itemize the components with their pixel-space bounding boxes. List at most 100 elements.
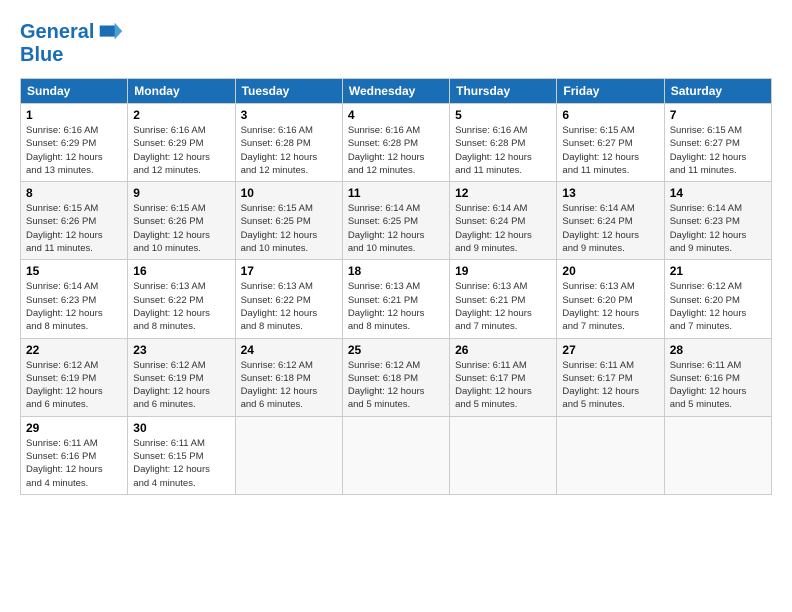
day-info: Sunrise: 6:13 AMSunset: 6:21 PMDaylight:… [455, 280, 551, 333]
day-number: 8 [26, 186, 122, 200]
day-info: Sunrise: 6:13 AMSunset: 6:21 PMDaylight:… [348, 280, 444, 333]
day-info: Sunrise: 6:13 AMSunset: 6:20 PMDaylight:… [562, 280, 658, 333]
calendar-cell: 18 Sunrise: 6:13 AMSunset: 6:21 PMDayligh… [342, 260, 449, 338]
logo: General Blue [20, 18, 124, 66]
calendar-header-row: SundayMondayTuesdayWednesdayThursdayFrid… [21, 79, 772, 104]
day-number: 30 [133, 421, 229, 435]
calendar-cell: 19 Sunrise: 6:13 AMSunset: 6:21 PMDayligh… [450, 260, 557, 338]
logo-text2: Blue [20, 44, 124, 66]
calendar-week-2: 8 Sunrise: 6:15 AMSunset: 6:26 PMDaylight… [21, 182, 772, 260]
day-info: Sunrise: 6:15 AMSunset: 6:26 PMDaylight:… [133, 202, 229, 255]
day-header-sunday: Sunday [21, 79, 128, 104]
calendar-cell: 22 Sunrise: 6:12 AMSunset: 6:19 PMDayligh… [21, 338, 128, 416]
calendar-week-3: 15Sunrise: 6:14 AMSunset: 6:23 PMDayligh… [21, 260, 772, 338]
day-number: 4 [348, 108, 444, 122]
calendar-cell: 10 Sunrise: 6:15 AMSunset: 6:25 PMDayligh… [235, 182, 342, 260]
calendar-week-4: 22 Sunrise: 6:12 AMSunset: 6:19 PMDayligh… [21, 338, 772, 416]
calendar-table: SundayMondayTuesdayWednesdayThursdayFrid… [20, 78, 772, 495]
calendar-cell: 30Sunrise: 6:11 AMSunset: 6:15 PMDayligh… [128, 416, 235, 494]
calendar-cell: 26 Sunrise: 6:11 AMSunset: 6:17 PMDayligh… [450, 338, 557, 416]
day-info: Sunrise: 6:12 AMSunset: 6:19 PMDaylight:… [26, 359, 122, 412]
day-info: Sunrise: 6:16 AMSunset: 6:28 PMDaylight:… [348, 124, 444, 177]
day-header-wednesday: Wednesday [342, 79, 449, 104]
calendar-cell [342, 416, 449, 494]
calendar-cell [235, 416, 342, 494]
calendar-cell: 23Sunrise: 6:12 AMSunset: 6:19 PMDayligh… [128, 338, 235, 416]
day-number: 7 [670, 108, 766, 122]
day-number: 6 [562, 108, 658, 122]
calendar-cell: 17Sunrise: 6:13 AMSunset: 6:22 PMDayligh… [235, 260, 342, 338]
day-info: Sunrise: 6:11 AMSunset: 6:16 PMDaylight:… [26, 437, 122, 490]
calendar-cell: 21 Sunrise: 6:12 AMSunset: 6:20 PMDayligh… [664, 260, 771, 338]
day-info: Sunrise: 6:11 AMSunset: 6:17 PMDaylight:… [562, 359, 658, 412]
calendar-cell: 13 Sunrise: 6:14 AMSunset: 6:24 PMDayligh… [557, 182, 664, 260]
day-info: Sunrise: 6:11 AMSunset: 6:16 PMDaylight:… [670, 359, 766, 412]
calendar-cell: 27 Sunrise: 6:11 AMSunset: 6:17 PMDayligh… [557, 338, 664, 416]
day-number: 28 [670, 343, 766, 357]
day-number: 10 [241, 186, 337, 200]
calendar-cell: 4 Sunrise: 6:16 AMSunset: 6:28 PMDaylight… [342, 104, 449, 182]
day-number: 17 [241, 264, 337, 278]
day-info: Sunrise: 6:14 AMSunset: 6:23 PMDaylight:… [26, 280, 122, 333]
day-header-tuesday: Tuesday [235, 79, 342, 104]
day-info: Sunrise: 6:12 AMSunset: 6:20 PMDaylight:… [670, 280, 766, 333]
day-info: Sunrise: 6:16 AMSunset: 6:29 PMDaylight:… [133, 124, 229, 177]
day-number: 2 [133, 108, 229, 122]
day-info: Sunrise: 6:14 AMSunset: 6:24 PMDaylight:… [562, 202, 658, 255]
day-number: 22 [26, 343, 122, 357]
day-info: Sunrise: 6:11 AMSunset: 6:17 PMDaylight:… [455, 359, 551, 412]
calendar-cell: 6 Sunrise: 6:15 AMSunset: 6:27 PMDaylight… [557, 104, 664, 182]
day-header-monday: Monday [128, 79, 235, 104]
day-info: Sunrise: 6:14 AMSunset: 6:23 PMDaylight:… [670, 202, 766, 255]
day-number: 5 [455, 108, 551, 122]
calendar-cell: 24 Sunrise: 6:12 AMSunset: 6:18 PMDayligh… [235, 338, 342, 416]
day-info: Sunrise: 6:15 AMSunset: 6:26 PMDaylight:… [26, 202, 122, 255]
day-number: 27 [562, 343, 658, 357]
day-number: 9 [133, 186, 229, 200]
calendar-week-1: 1 Sunrise: 6:16 AMSunset: 6:29 PMDaylight… [21, 104, 772, 182]
day-info: Sunrise: 6:15 AMSunset: 6:25 PMDaylight:… [241, 202, 337, 255]
calendar-cell: 25 Sunrise: 6:12 AMSunset: 6:18 PMDayligh… [342, 338, 449, 416]
day-info: Sunrise: 6:15 AMSunset: 6:27 PMDaylight:… [562, 124, 658, 177]
day-number: 19 [455, 264, 551, 278]
day-number: 26 [455, 343, 551, 357]
day-header-saturday: Saturday [664, 79, 771, 104]
header: General Blue [20, 18, 772, 66]
day-number: 25 [348, 343, 444, 357]
calendar-cell: 14 Sunrise: 6:14 AMSunset: 6:23 PMDayligh… [664, 182, 771, 260]
day-info: Sunrise: 6:12 AMSunset: 6:18 PMDaylight:… [348, 359, 444, 412]
day-info: Sunrise: 6:12 AMSunset: 6:18 PMDaylight:… [241, 359, 337, 412]
day-number: 11 [348, 186, 444, 200]
day-info: Sunrise: 6:16 AMSunset: 6:29 PMDaylight:… [26, 124, 122, 177]
day-number: 20 [562, 264, 658, 278]
calendar-cell: 7 Sunrise: 6:15 AMSunset: 6:27 PMDaylight… [664, 104, 771, 182]
day-number: 16 [133, 264, 229, 278]
day-number: 21 [670, 264, 766, 278]
day-info: Sunrise: 6:16 AMSunset: 6:28 PMDaylight:… [455, 124, 551, 177]
day-info: Sunrise: 6:14 AMSunset: 6:25 PMDaylight:… [348, 202, 444, 255]
day-info: Sunrise: 6:15 AMSunset: 6:27 PMDaylight:… [670, 124, 766, 177]
calendar-cell: 8 Sunrise: 6:15 AMSunset: 6:26 PMDaylight… [21, 182, 128, 260]
page: General Blue SundayMondayTuesdayWednesda… [0, 0, 792, 505]
calendar-week-5: 29Sunrise: 6:11 AMSunset: 6:16 PMDayligh… [21, 416, 772, 494]
day-number: 13 [562, 186, 658, 200]
day-number: 23 [133, 343, 229, 357]
logo-icon [96, 18, 124, 46]
day-number: 1 [26, 108, 122, 122]
calendar-cell: 29Sunrise: 6:11 AMSunset: 6:16 PMDayligh… [21, 416, 128, 494]
calendar-cell: 16 Sunrise: 6:13 AMSunset: 6:22 PMDayligh… [128, 260, 235, 338]
day-number: 24 [241, 343, 337, 357]
calendar-cell: 15Sunrise: 6:14 AMSunset: 6:23 PMDayligh… [21, 260, 128, 338]
day-info: Sunrise: 6:13 AMSunset: 6:22 PMDaylight:… [133, 280, 229, 333]
calendar-cell: 12 Sunrise: 6:14 AMSunset: 6:24 PMDayligh… [450, 182, 557, 260]
day-number: 12 [455, 186, 551, 200]
calendar-cell: 9 Sunrise: 6:15 AMSunset: 6:26 PMDaylight… [128, 182, 235, 260]
calendar-cell: 11 Sunrise: 6:14 AMSunset: 6:25 PMDayligh… [342, 182, 449, 260]
day-header-friday: Friday [557, 79, 664, 104]
calendar-cell: 1 Sunrise: 6:16 AMSunset: 6:29 PMDaylight… [21, 104, 128, 182]
day-info: Sunrise: 6:16 AMSunset: 6:28 PMDaylight:… [241, 124, 337, 177]
calendar-cell: 28 Sunrise: 6:11 AMSunset: 6:16 PMDayligh… [664, 338, 771, 416]
day-info: Sunrise: 6:14 AMSunset: 6:24 PMDaylight:… [455, 202, 551, 255]
day-number: 14 [670, 186, 766, 200]
day-number: 18 [348, 264, 444, 278]
